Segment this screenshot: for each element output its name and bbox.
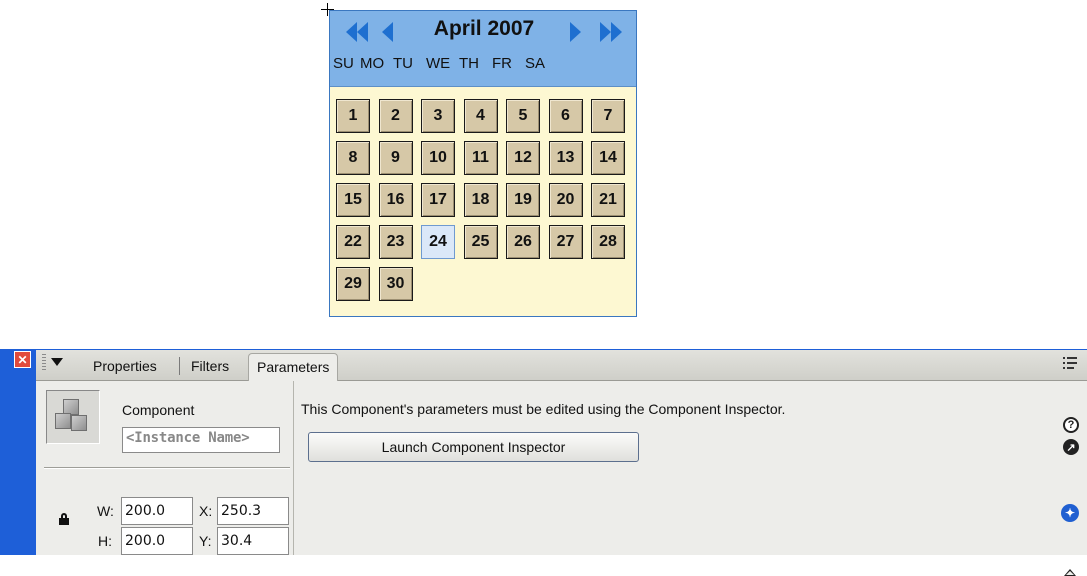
properties-panel: ✕ Properties Filters Parameters Componen… xyxy=(0,349,1087,576)
day-cell[interactable]: 5 xyxy=(506,99,540,133)
day-cell[interactable]: 27 xyxy=(548,225,583,259)
collapse-arrow-icon[interactable] xyxy=(51,358,63,366)
instance-column: Component <Instance Name> W: 200.0 X: 25… xyxy=(36,381,294,555)
weekday-label: TH xyxy=(459,55,479,72)
day-grid: 1 2 3 4 5 6 7 8 9 10 11 12 13 14 15 16 1… xyxy=(336,99,634,301)
close-icon[interactable]: ✕ xyxy=(14,351,31,368)
day-cell[interactable]: 1 xyxy=(336,99,370,133)
day-cell[interactable]: 23 xyxy=(378,225,413,259)
accessibility-icon[interactable]: ✦ xyxy=(1061,504,1079,522)
y-label: Y: xyxy=(199,533,212,549)
component-icon xyxy=(46,390,100,444)
day-cell[interactable]: 12 xyxy=(506,141,540,175)
day-cell[interactable]: 20 xyxy=(548,183,583,217)
prev-year-button[interactable] xyxy=(346,21,368,43)
tab-parameters[interactable]: Parameters xyxy=(248,353,339,381)
day-cell[interactable]: 7 xyxy=(591,99,625,133)
double-right-arrow-icon xyxy=(600,22,611,42)
x-input[interactable]: 250.3 xyxy=(217,497,289,525)
height-input[interactable]: 200.0 xyxy=(121,527,193,555)
day-cell[interactable]: 15 xyxy=(336,183,370,217)
tab-divider xyxy=(179,357,180,375)
expand-icon[interactable] xyxy=(1064,569,1076,576)
component-type-label: Component xyxy=(122,402,195,418)
calendar-header: April 2007 SU MO TU WE TH FR SA xyxy=(330,11,636,87)
right-arrow-icon xyxy=(570,22,581,42)
parameters-message: This Component's parameters must be edit… xyxy=(301,401,786,417)
weekday-row: SU MO TU WE TH FR SA xyxy=(333,55,558,72)
day-cell[interactable]: 16 xyxy=(378,183,413,217)
day-cell[interactable]: 6 xyxy=(548,99,583,133)
day-cell[interactable]: 2 xyxy=(378,99,413,133)
options-menu-icon[interactable] xyxy=(1063,356,1077,370)
day-cell[interactable]: 17 xyxy=(421,183,455,217)
gripper-icon[interactable] xyxy=(42,354,46,370)
divider xyxy=(44,467,290,469)
weekday-label: MO xyxy=(360,55,385,72)
panel-content: Component <Instance Name> W: 200.0 X: 25… xyxy=(36,381,1087,576)
tab-properties[interactable]: Properties xyxy=(87,355,163,379)
day-cell[interactable]: 11 xyxy=(463,141,498,175)
day-cell[interactable]: 28 xyxy=(591,225,625,259)
next-month-button[interactable] xyxy=(570,21,581,43)
day-cell-today[interactable]: 24 xyxy=(421,225,455,259)
y-input[interactable]: 30.4 xyxy=(217,527,289,555)
day-cell[interactable]: 22 xyxy=(336,225,370,259)
width-input[interactable]: 200.0 xyxy=(121,497,193,525)
day-cell[interactable]: 9 xyxy=(378,141,413,175)
prev-month-button[interactable] xyxy=(382,21,393,43)
goto-icon[interactable]: ↗ xyxy=(1063,439,1079,455)
weekday-label: WE xyxy=(426,55,451,72)
day-cell[interactable]: 21 xyxy=(591,183,625,217)
left-arrow-icon xyxy=(382,22,393,42)
tab-filters[interactable]: Filters xyxy=(185,355,235,379)
help-icon[interactable]: ? xyxy=(1063,417,1079,433)
x-label: X: xyxy=(199,503,213,519)
lock-icon[interactable] xyxy=(59,513,69,525)
date-chooser[interactable]: April 2007 SU MO TU WE TH FR SA 1 2 3 4 … xyxy=(329,10,637,317)
day-cell[interactable]: 3 xyxy=(421,99,455,133)
height-label: H: xyxy=(98,533,112,549)
day-cell[interactable]: 4 xyxy=(463,99,498,133)
day-cell[interactable]: 10 xyxy=(421,141,455,175)
weekday-label: TU xyxy=(393,55,413,72)
day-cell[interactable]: 8 xyxy=(336,141,370,175)
weekday-label: SA xyxy=(525,55,546,72)
day-cell[interactable]: 19 xyxy=(506,183,540,217)
launch-component-inspector-button[interactable]: Launch Component Inspector xyxy=(308,432,639,462)
instance-name-input[interactable]: <Instance Name> xyxy=(122,427,280,453)
day-cell[interactable]: 13 xyxy=(548,141,583,175)
double-left-arrow-icon xyxy=(346,22,357,42)
weekday-label: FR xyxy=(492,55,512,72)
day-cell[interactable]: 29 xyxy=(336,267,370,301)
month-title: April 2007 xyxy=(433,17,535,40)
day-cell[interactable]: 18 xyxy=(463,183,498,217)
day-cell[interactable]: 30 xyxy=(378,267,413,301)
next-year-button[interactable] xyxy=(600,21,622,43)
day-cell[interactable]: 14 xyxy=(591,141,625,175)
day-cell[interactable]: 26 xyxy=(506,225,540,259)
day-cell[interactable]: 25 xyxy=(463,225,498,259)
width-label: W: xyxy=(97,503,114,519)
weekday-label: SU xyxy=(333,55,354,72)
